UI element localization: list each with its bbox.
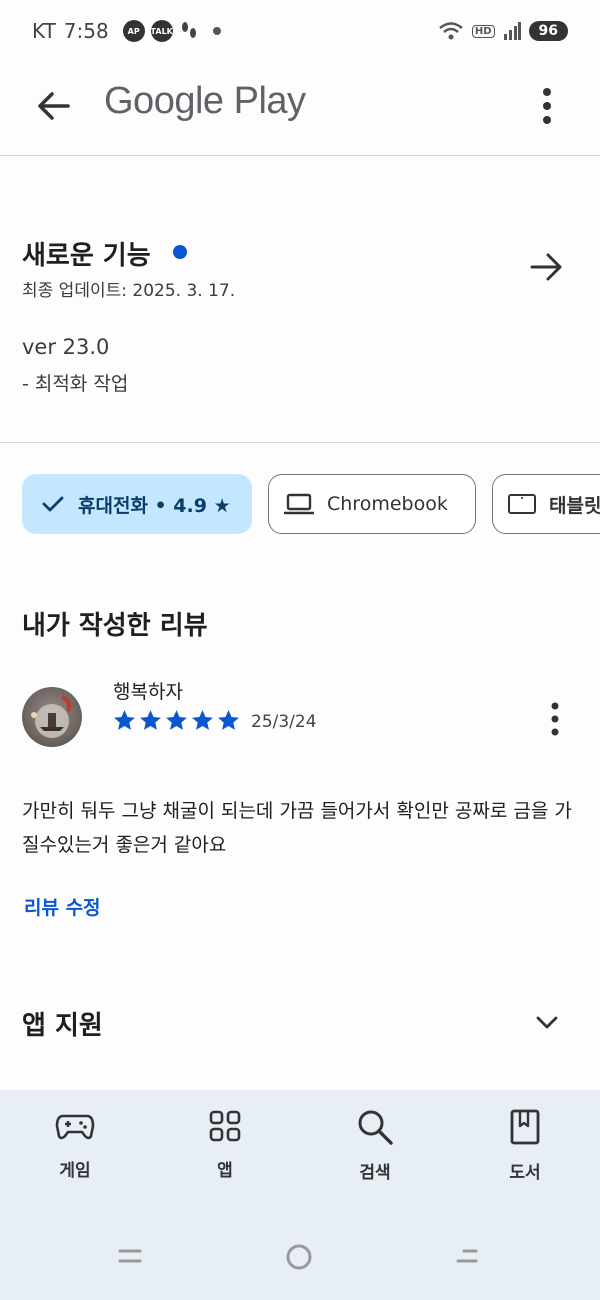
whats-new-section[interactable]: 새로운 기능 최종 업데이트: 2025. 3. 17. ver 23.0 - …	[0, 157, 600, 443]
star-icon	[192, 710, 213, 730]
review-body: 가만히 둬두 그냥 채굴이 되는데 가끔 들어가서 확인만 공짜로 금을 가질수…	[22, 800, 572, 856]
nav-search-label: 검색	[359, 1163, 391, 1183]
arrow-forward-icon[interactable]	[528, 249, 564, 285]
recents-icon[interactable]	[118, 1246, 142, 1266]
notification-icons: AP TALK	[122, 20, 221, 42]
book-icon	[510, 1109, 540, 1145]
clock: 7:58	[63, 19, 109, 43]
avatar	[22, 687, 82, 747]
page-title: Google Play	[104, 80, 306, 122]
carrier-label: KT	[32, 19, 56, 43]
bottom-navigation: 게임 앱 검색 도서	[0, 1090, 600, 1220]
nav-books[interactable]: 도서	[470, 1108, 580, 1208]
chip-tablet[interactable]: 태블릿	[492, 474, 600, 534]
nav-games[interactable]: 게임	[20, 1108, 130, 1208]
gamepad-icon	[55, 1114, 95, 1140]
search-icon	[358, 1110, 393, 1145]
status-left: KT 7:58 AP TALK	[32, 19, 221, 43]
chip-phone-label: 휴대전화 • 4.9 ★	[78, 494, 231, 517]
reviewer-name: 행복하자	[113, 681, 183, 703]
more-notifications-dot-icon	[212, 27, 221, 35]
chip-tablet-label: 태블릿	[549, 494, 600, 517]
review-date: 25/3/24	[251, 712, 317, 732]
apps-grid-icon	[209, 1110, 241, 1142]
chip-phone[interactable]: 휴대전화 • 4.9 ★	[22, 474, 252, 534]
nav-games-label: 게임	[59, 1161, 91, 1181]
whats-new-title: 새로운 기능	[22, 241, 151, 271]
app-support-title: 앱 지원	[22, 1011, 103, 1041]
app-bar: Google Play	[0, 62, 600, 156]
system-navigation-bar	[0, 1220, 600, 1300]
star-icon	[140, 710, 161, 730]
ap-badge-icon: AP	[122, 20, 145, 42]
back-arrow-icon[interactable]	[34, 86, 74, 126]
edit-review-link[interactable]: 리뷰 수정	[24, 893, 101, 920]
review-rating	[112, 708, 241, 733]
device-filter-chips: 휴대전화 • 4.9 ★ Chromebook 태블릿	[0, 474, 600, 536]
hd-voice-icon: HD	[471, 24, 495, 38]
release-note: - 최적화 작업	[22, 373, 129, 395]
chip-chromebook-label: Chromebook	[327, 493, 448, 515]
new-indicator-dot	[173, 245, 187, 259]
nav-apps[interactable]: 앱	[170, 1108, 280, 1208]
battery-indicator: 96	[528, 21, 568, 41]
talk-badge-icon: TALK	[151, 20, 173, 42]
check-icon	[42, 496, 64, 512]
nav-search[interactable]: 검색	[320, 1108, 430, 1208]
review-more-vert-icon[interactable]	[538, 699, 572, 739]
last-updated-date: 최종 업데이트: 2025. 3. 17.	[22, 281, 236, 301]
status-right: HD 96	[438, 21, 568, 41]
back-gesture-icon[interactable]	[456, 1246, 480, 1266]
nav-apps-label: 앱	[217, 1161, 233, 1181]
signal-icon	[503, 22, 521, 40]
home-icon[interactable]	[284, 1242, 314, 1272]
version-text: ver 23.0	[22, 335, 110, 359]
chevron-down-icon[interactable]	[532, 1008, 562, 1038]
footsteps-icon	[181, 22, 196, 38]
chip-chromebook[interactable]: Chromebook	[268, 474, 476, 534]
more-vert-icon[interactable]	[530, 84, 564, 128]
star-icon	[114, 710, 135, 730]
nav-books-label: 도서	[509, 1163, 541, 1183]
star-icon	[218, 710, 239, 730]
tablet-icon	[508, 494, 536, 514]
my-review-heading: 내가 작성한 리뷰	[22, 611, 208, 641]
status-bar: KT 7:58 AP TALK HD 96	[0, 0, 600, 62]
laptop-icon	[284, 493, 314, 515]
wifi-icon	[439, 22, 463, 40]
star-icon	[166, 710, 187, 730]
